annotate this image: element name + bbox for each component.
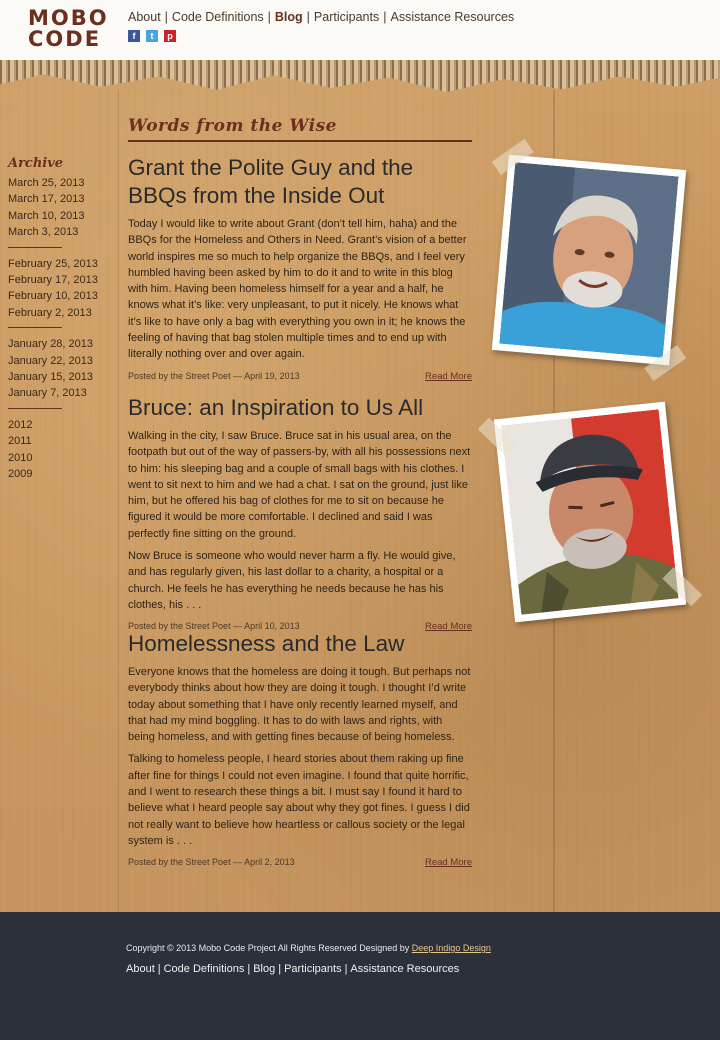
copyright-text: Copyright © 2013 Mobo Code Project All R…: [126, 943, 412, 953]
archive-divider: [8, 246, 62, 248]
nav-assistance-resources[interactable]: Assistance Resources: [390, 10, 514, 24]
cardboard-fold: [118, 90, 119, 912]
footer-nav-about[interactable]: About: [126, 963, 155, 975]
top-navigation: About | Code Definitions | Blog | Participants…: [128, 10, 514, 24]
footer-nav-separator: |: [157, 963, 161, 975]
archive-link[interactable]: January 7, 2013: [8, 385, 98, 401]
nav-separator: |: [267, 10, 271, 24]
post-paragraph: Talking to homeless people, I heard stor…: [128, 753, 470, 847]
archive-group-february: February 25, 2013 February 17, 2013 Febr…: [8, 256, 98, 322]
nav-separator: |: [306, 10, 310, 24]
nav-code-definitions[interactable]: Code Definitions: [172, 10, 264, 24]
post-paragraph: Now Bruce is someone who would never har…: [128, 550, 456, 611]
archive-link[interactable]: March 10, 2013: [8, 208, 98, 224]
nav-participants[interactable]: Participants: [314, 10, 379, 24]
archive-link[interactable]: February 17, 2013: [8, 272, 98, 288]
archive-link[interactable]: 2010: [8, 450, 98, 466]
blog-post: Homelessness and the Law Everyone knows …: [128, 630, 472, 868]
archive-link[interactable]: January 28, 2013: [8, 336, 98, 352]
post-title[interactable]: Bruce: an Inspiration to Us All: [128, 394, 472, 422]
post-paragraph: Today I would like to write about Grant …: [128, 218, 467, 361]
footer-nav-separator: |: [278, 963, 282, 975]
section-heading: Words from the Wise: [128, 116, 472, 142]
post-photo-bruce: [477, 401, 703, 623]
post-meta: Posted by the Street Poet — April 19, 20…: [128, 371, 472, 382]
footer-navigation: About | Code Definitions | Blog | Participants…: [126, 963, 459, 975]
blog-post: Bruce: an Inspiration to Us All Walking …: [128, 394, 472, 632]
nav-about[interactable]: About: [128, 10, 161, 24]
nav-blog[interactable]: Blog: [275, 10, 303, 24]
archive-link[interactable]: 2011: [8, 433, 98, 449]
logo-line1: MOBO: [28, 6, 109, 30]
footer-nav-separator: |: [344, 963, 348, 975]
facebook-icon[interactable]: f: [128, 30, 140, 42]
post-byline: Posted by the Street Poet — April 19, 20…: [128, 370, 300, 381]
archive-link[interactable]: March 3, 2013: [8, 224, 98, 240]
archive-title: Archive: [8, 156, 64, 171]
designer-link[interactable]: Deep Indigo Design: [412, 943, 491, 953]
archive-link[interactable]: March 25, 2013: [8, 175, 98, 191]
site-logo[interactable]: MOBO CODE: [28, 6, 109, 51]
archive-group-january: January 28, 2013 January 22, 2013 Januar…: [8, 336, 98, 402]
nav-separator: |: [383, 10, 387, 24]
archive-link[interactable]: 2012: [8, 417, 98, 433]
archive-divider: [8, 327, 62, 329]
read-more-link[interactable]: Read More: [425, 857, 472, 868]
post-title[interactable]: Grant the Polite Guy and the BBQs from t…: [128, 154, 472, 210]
archive-link[interactable]: February 25, 2013: [8, 256, 98, 272]
archive-link[interactable]: 2009: [8, 466, 98, 482]
footer-nav-code-definitions[interactable]: Code Definitions: [164, 963, 245, 975]
blog-post: Grant the Polite Guy and the BBQs from t…: [128, 154, 472, 382]
logo-line2: CODE: [28, 27, 102, 51]
footer-nav-assistance-resources[interactable]: Assistance Resources: [350, 963, 459, 975]
post-title[interactable]: Homelessness and the Law: [128, 630, 472, 658]
post-byline: Posted by the Street Poet — April 2, 201…: [128, 857, 295, 868]
pinterest-icon[interactable]: p: [164, 30, 176, 42]
archive-link[interactable]: March 17, 2013: [8, 191, 98, 207]
read-more-link[interactable]: Read More: [425, 371, 472, 382]
footer-nav-separator: |: [247, 963, 251, 975]
post-photo-grant: [491, 138, 687, 382]
social-links: f t p: [128, 30, 176, 42]
archive-group-years: 2012 2011 2010 2009: [8, 417, 98, 483]
archive-divider: [8, 407, 62, 409]
nav-separator: |: [164, 10, 168, 24]
archive-link[interactable]: January 22, 2013: [8, 353, 98, 369]
archive-link[interactable]: February 10, 2013: [8, 288, 98, 304]
post-paragraph: Everyone knows that the homeless are doi…: [128, 666, 471, 744]
bruce-portrait-image: [501, 409, 679, 615]
footer-copyright: Copyright © 2013 Mobo Code Project All R…: [126, 943, 491, 953]
post-meta: Posted by the Street Poet — April 2, 201…: [128, 857, 472, 868]
footer-nav-participants[interactable]: Participants: [284, 963, 341, 975]
footer-nav-blog[interactable]: Blog: [253, 963, 275, 975]
archive-link[interactable]: January 15, 2013: [8, 369, 98, 385]
archive-link[interactable]: February 2, 2013: [8, 305, 98, 321]
post-paragraph: Walking in the city, I saw Bruce. Bruce …: [128, 430, 471, 540]
grant-portrait-image: [499, 162, 679, 358]
site-footer: Copyright © 2013 Mobo Code Project All R…: [0, 912, 720, 1040]
archive-sidebar: Archive March 25, 2013 March 17, 2013 Ma…: [8, 156, 98, 489]
archive-group-march: March 25, 2013 March 17, 2013 March 10, …: [8, 175, 98, 241]
twitter-icon[interactable]: t: [146, 30, 158, 42]
